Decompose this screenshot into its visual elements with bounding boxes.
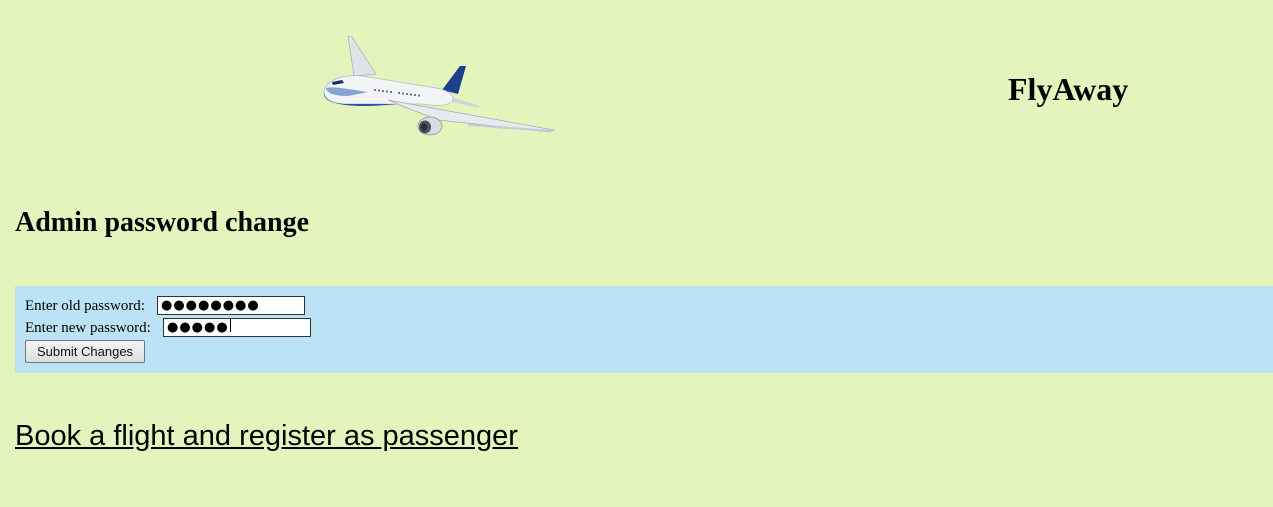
new-password-input[interactable]: ●●●●● — [163, 318, 311, 337]
submit-changes-button[interactable]: Submit Changes — [25, 340, 145, 363]
password-change-form: Enter old password: ●●●●●●●● Enter new p… — [15, 286, 1273, 373]
old-password-label: Enter old password: — [25, 298, 145, 314]
old-password-input[interactable]: ●●●●●●●● — [157, 296, 305, 315]
new-password-label: Enter new password: — [25, 320, 151, 336]
old-password-mask: ●●●●●●●● — [161, 298, 260, 313]
book-flight-link[interactable]: Book a flight and register as passenger — [15, 418, 518, 454]
page-title: Admin password change — [15, 207, 310, 238]
brand-title: FlyAway — [1008, 71, 1129, 107]
airplane-icon — [323, 35, 556, 136]
new-password-mask: ●●●●● — [167, 320, 229, 335]
page-header: FlyAway — [0, 0, 1273, 160]
text-caret — [229, 319, 231, 332]
